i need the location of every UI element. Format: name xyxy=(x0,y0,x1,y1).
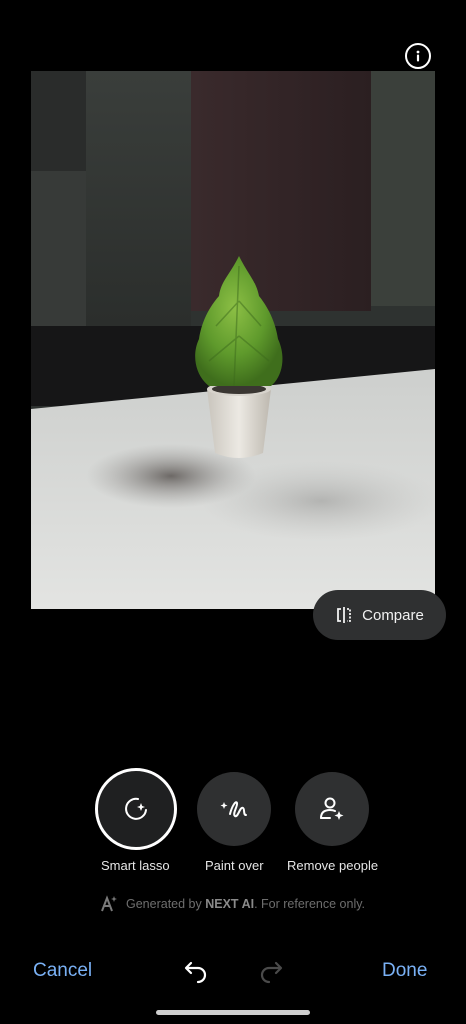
disclaimer-suffix: . For reference only. xyxy=(254,897,366,911)
photo-editor-screen: Compare Smart lasso Paint over Remove pe… xyxy=(0,0,466,1024)
home-indicator[interactable] xyxy=(156,1010,310,1015)
compare-icon xyxy=(337,607,352,623)
compare-button[interactable]: Compare xyxy=(313,590,446,640)
remove-people-icon xyxy=(320,797,344,820)
compare-label: Compare xyxy=(362,606,424,624)
ai-sparkle-icon xyxy=(101,895,117,912)
tool-label-remove-people: Remove people xyxy=(287,858,379,873)
disclaimer-brand: NEXT AI xyxy=(205,897,255,911)
cancel-button[interactable]: Cancel xyxy=(33,960,92,982)
tool-smart-lasso[interactable] xyxy=(95,768,177,850)
smart-lasso-icon xyxy=(125,797,147,820)
disclaimer-prefix: Generated by xyxy=(126,897,202,911)
redo-icon[interactable] xyxy=(259,960,287,989)
done-button[interactable]: Done xyxy=(382,960,427,982)
info-icon[interactable] xyxy=(405,43,431,69)
tool-paint-over[interactable] xyxy=(197,772,271,846)
photo-image xyxy=(31,71,435,609)
ai-disclaimer: Generated by NEXT AI. For reference only… xyxy=(100,895,365,913)
tool-label-paint-over: Paint over xyxy=(205,858,264,873)
photo-canvas[interactable] xyxy=(31,71,435,609)
paint-over-icon xyxy=(220,801,247,818)
tool-remove-people[interactable] xyxy=(295,772,369,846)
undo-icon[interactable] xyxy=(180,960,208,989)
tool-label-smart-lasso: Smart lasso xyxy=(101,858,170,873)
